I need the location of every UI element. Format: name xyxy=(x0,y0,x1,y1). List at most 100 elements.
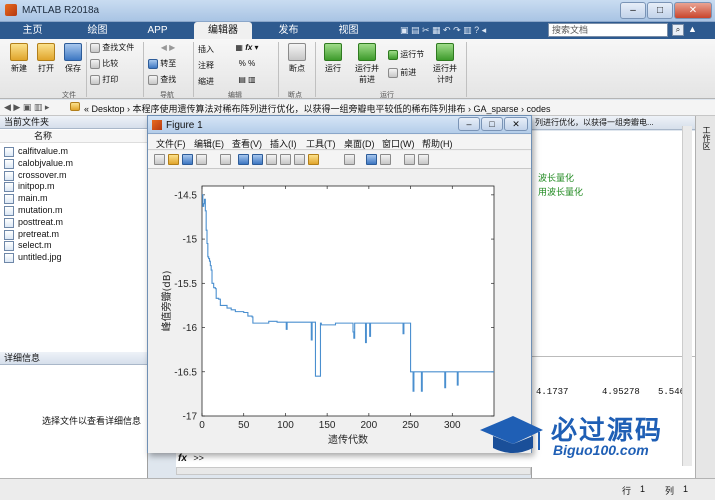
tab-editor[interactable]: 编辑器 xyxy=(194,22,252,39)
comment-icons[interactable]: % % xyxy=(222,59,272,68)
compare-button[interactable]: 比较 xyxy=(90,58,138,69)
x-axis-label: 遗传代数 xyxy=(328,433,368,446)
run-advance-button[interactable]: 运行并 前进 xyxy=(352,43,382,85)
menu-window[interactable]: 窗口(W) xyxy=(382,137,415,150)
file-list-item[interactable]: mutation.m xyxy=(18,205,63,215)
tab-home[interactable]: 主页 xyxy=(10,22,55,39)
workspace-side-tab[interactable]: 工作区 xyxy=(701,126,712,150)
figure-title: Figure 1 xyxy=(166,120,203,131)
figure-minimize-button[interactable]: – xyxy=(458,117,480,131)
figure-close-button[interactable]: ✕ xyxy=(504,117,528,131)
zoom-out-icon[interactable] xyxy=(252,154,263,165)
search-documentation-input[interactable]: 搜索文档 xyxy=(548,23,668,37)
command-prompt: >> xyxy=(193,453,204,463)
tab-apps[interactable]: APP xyxy=(135,22,180,39)
group-label-run: 运行 xyxy=(380,92,394,99)
figure-maximize-button[interactable]: □ xyxy=(481,117,503,131)
print-button[interactable]: 打印 xyxy=(90,74,138,85)
figure-title-bar[interactable]: Figure 1 – □ ✕ xyxy=(148,116,531,134)
tab-publish[interactable]: 发布 xyxy=(266,22,311,39)
folder-path[interactable]: « Desktop › 本程序使用遗传算法对稀布阵列进行优化，以获得一组旁瓣电平… xyxy=(84,102,551,115)
file-list-item[interactable]: select.m xyxy=(18,240,52,250)
details-title: 详细信息 xyxy=(0,352,148,365)
save-button[interactable]: 保存 xyxy=(62,43,84,74)
goto-button[interactable]: 转至 xyxy=(148,58,188,69)
maximize-button[interactable]: □ xyxy=(647,2,673,19)
file-list-item[interactable]: posttreat.m xyxy=(18,217,63,227)
current-folder-title: 当前文件夹 xyxy=(0,116,148,129)
editor-ribbon: 新建 打开 保存 查找文件 比较 打印 ◀ ▶ 转至 查找 插入 注释 缩进 ▦… xyxy=(0,39,715,99)
x-tick-label: 150 xyxy=(319,420,336,431)
hide-plot-tools-icon[interactable] xyxy=(404,154,415,165)
file-list-item[interactable]: pretreat.m xyxy=(18,229,59,239)
save-figure-icon[interactable] xyxy=(182,154,193,165)
menu-desktop[interactable]: 桌面(D) xyxy=(344,137,375,150)
line-chart[interactable]: 0 50 100 150 200 250 300 -14.5 -15 -15.5 -16 -16.5 -… xyxy=(148,170,531,453)
quick-access-toolbar[interactable]: ▣ ▤ ✂ ▦ ↶ ↷ ▥ ? ◂ xyxy=(400,25,540,36)
file-list-item[interactable]: main.m xyxy=(18,193,48,203)
insert-function-icons[interactable]: ▦ fx ▾ xyxy=(222,43,272,52)
open-button[interactable]: 打开 xyxy=(35,43,57,74)
new-button[interactable]: 新建 xyxy=(8,43,30,74)
data-cursor-icon[interactable] xyxy=(294,154,305,165)
colorbar-icon[interactable] xyxy=(366,154,377,165)
find-button[interactable]: 查找 xyxy=(148,74,188,85)
file-list-item[interactable]: initpop.m xyxy=(18,181,55,191)
tab-view[interactable]: 视图 xyxy=(326,22,371,39)
breakpoints-icon xyxy=(288,43,306,61)
new-figure-icon[interactable] xyxy=(154,154,165,165)
horizontal-scrollbar[interactable] xyxy=(176,467,531,475)
nav-arrows[interactable]: ◀ ▶ ▣ ▥ ▸ xyxy=(4,102,49,113)
fx-icon[interactable]: fx xyxy=(178,453,187,464)
group-label-edit: 编辑 xyxy=(228,92,242,99)
announcements-icon[interactable]: ▲ xyxy=(688,24,700,36)
matlab-title-bar: MATLAB R2018a – □ ✕ xyxy=(0,0,715,22)
menu-tools[interactable]: 工具(T) xyxy=(306,137,336,150)
legend-icon[interactable] xyxy=(380,154,391,165)
current-folder-address-bar[interactable]: ◀ ▶ ▣ ▥ ▸ « Desktop › 本程序使用遗传算法对稀布阵列进行优化… xyxy=(0,100,715,116)
axes-box xyxy=(201,185,495,417)
link-plot-icon[interactable] xyxy=(344,154,355,165)
indent-button[interactable]: 缩进 xyxy=(198,76,218,87)
find-files-button[interactable]: 查找文件 xyxy=(90,42,138,53)
advance-button[interactable]: 前进 xyxy=(388,67,428,78)
show-plot-tools-icon[interactable] xyxy=(418,154,429,165)
print-figure-icon[interactable] xyxy=(196,154,207,165)
tab-plots[interactable]: 绘图 xyxy=(75,22,120,39)
zoom-in-icon[interactable] xyxy=(238,154,249,165)
menu-file[interactable]: 文件(F) xyxy=(156,137,186,150)
insert-button[interactable]: 插入 xyxy=(198,44,218,55)
edit-plot-arrow-icon[interactable] xyxy=(220,154,231,165)
rotate-3d-icon[interactable] xyxy=(280,154,291,165)
file-list-item[interactable]: calobjvalue.m xyxy=(18,158,73,168)
menu-view[interactable]: 查看(V) xyxy=(232,137,262,150)
back-forward-buttons[interactable]: ◀ ▶ xyxy=(148,43,188,52)
run-and-time-button[interactable]: 运行并 计时 xyxy=(430,43,460,85)
open-file-icon[interactable] xyxy=(168,154,179,165)
row-value: 1 xyxy=(640,484,646,494)
new-file-icon xyxy=(10,43,28,61)
figure-window[interactable]: Figure 1 – □ ✕ 文件(F) 编辑(E) 查看(V) 插入(I) 工… xyxy=(147,115,532,453)
close-button[interactable]: ✕ xyxy=(674,2,712,19)
search-icon[interactable]: ⌕ xyxy=(672,24,684,36)
folder-open-icon xyxy=(37,43,55,61)
name-column-header[interactable]: 名称 xyxy=(0,130,148,143)
menu-insert[interactable]: 插入(I) xyxy=(270,137,297,150)
file-list-item[interactable]: crossover.m xyxy=(18,170,67,180)
ribbon-divider xyxy=(193,42,194,97)
comment-button[interactable]: 注释 xyxy=(198,60,218,71)
breakpoints-button[interactable]: 断点 xyxy=(284,43,310,74)
brush-icon[interactable] xyxy=(308,154,319,165)
save-disk-icon xyxy=(64,43,82,61)
run-section-button[interactable]: 运行节 xyxy=(388,49,428,60)
file-list-item[interactable]: calfitvalue.m xyxy=(18,146,68,156)
menu-edit[interactable]: 编辑(E) xyxy=(194,137,224,150)
pan-hand-icon[interactable] xyxy=(266,154,277,165)
y-tick-label: -17 xyxy=(183,412,198,423)
editor-tab-title[interactable]: 列进行优化，以获得一组旁瓣电... xyxy=(531,116,695,130)
menu-help[interactable]: 帮助(H) xyxy=(422,137,453,150)
run-button[interactable]: 运行 xyxy=(320,43,346,74)
file-list-item[interactable]: untitled.jpg xyxy=(18,252,62,262)
indent-icons[interactable]: ▤ ▥ xyxy=(222,75,272,84)
minimize-button[interactable]: – xyxy=(620,2,646,19)
